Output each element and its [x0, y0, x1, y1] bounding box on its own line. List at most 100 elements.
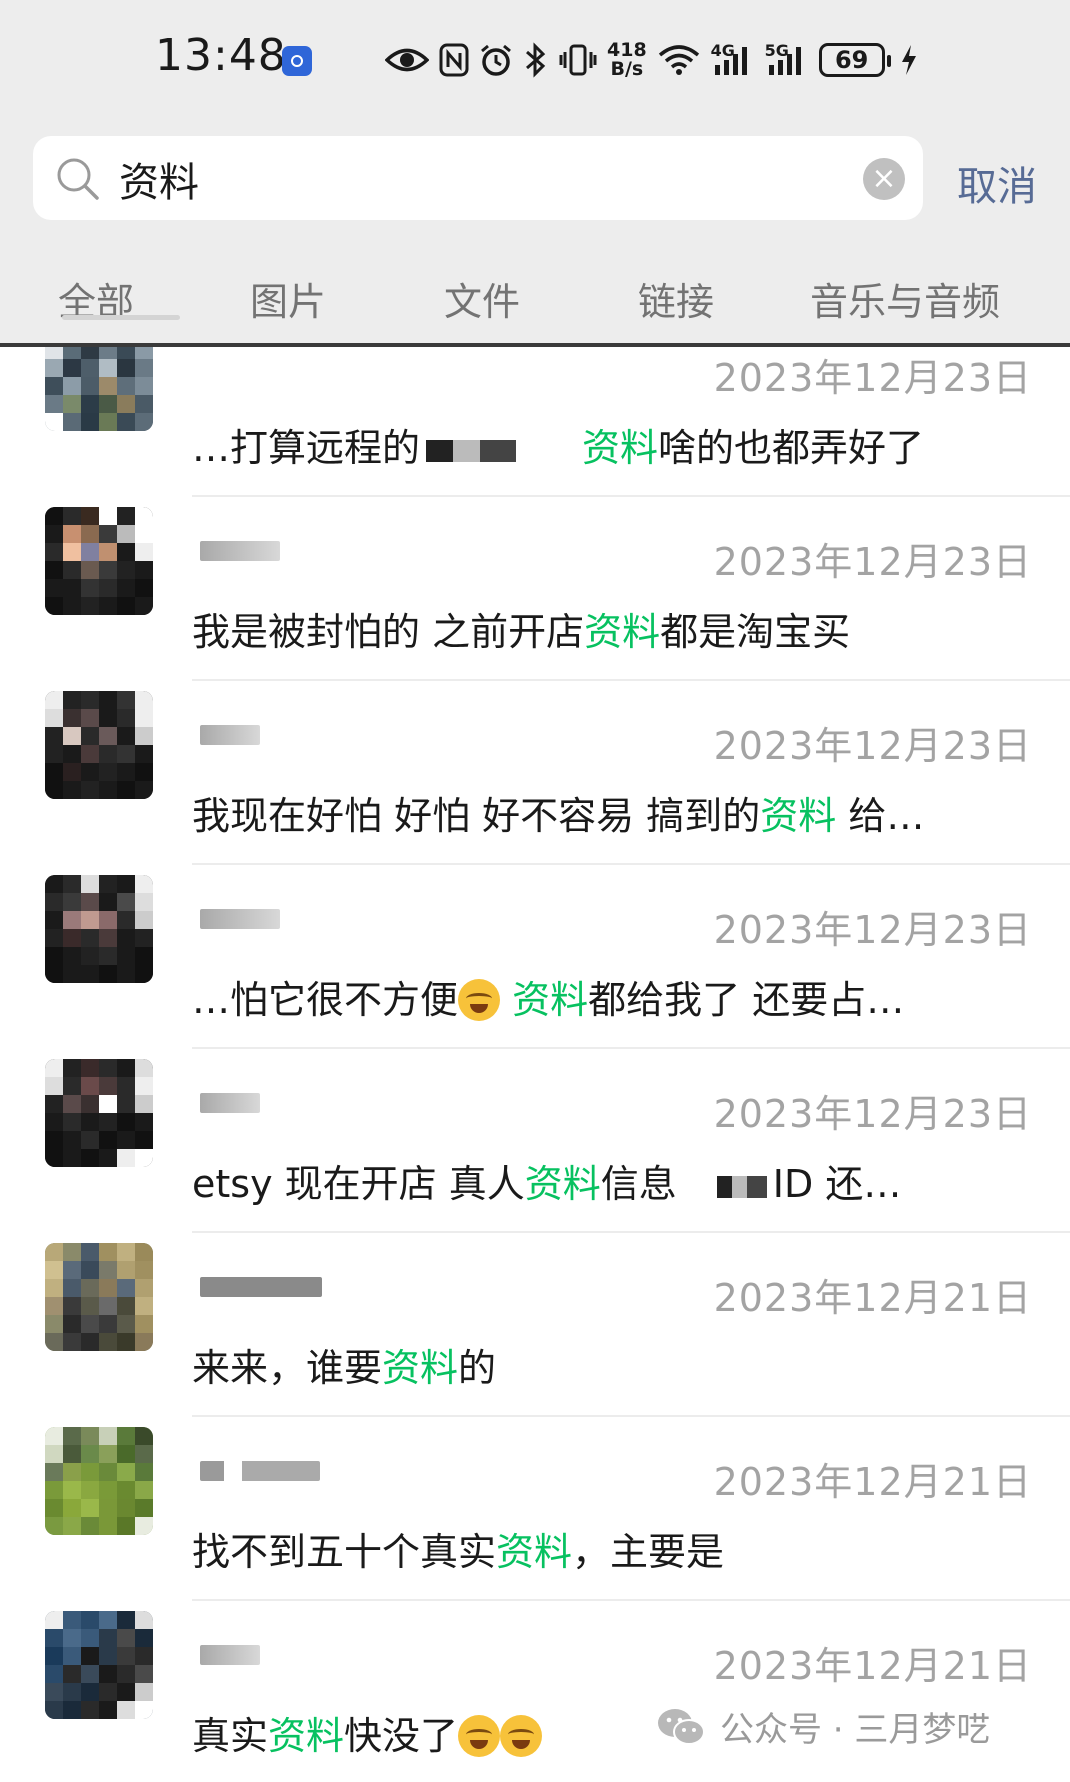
- filter-tabs: 全部 图片 文件 链接 音乐与音频: [0, 245, 1070, 347]
- search-input[interactable]: 资料 ×: [33, 136, 923, 220]
- search-icon: [55, 156, 101, 206]
- message-snippet: 我是被封怕的 之前开店资料都是淘宝买: [192, 601, 850, 656]
- signal-icon: 5G: [764, 41, 809, 77]
- app-notification-icon: [282, 46, 312, 76]
- contact-name-redacted: [200, 1645, 260, 1665]
- search-query[interactable]: 资料: [119, 150, 199, 208]
- message-snippet: 我现在好怕 好怕 好不容易 搞到的资料 给…: [192, 785, 924, 840]
- clear-icon[interactable]: ×: [863, 158, 905, 200]
- snippet-text: …打算远程的: [192, 426, 421, 470]
- snippet-text: ，主要是: [572, 1530, 725, 1574]
- wifi-icon: [657, 43, 701, 77]
- status-time: 13:48: [155, 30, 287, 81]
- charging-icon: [899, 43, 919, 77]
- tab-images[interactable]: 图片: [250, 271, 326, 326]
- avatar: [45, 1611, 153, 1719]
- tab-music-audio[interactable]: 音乐与音频: [810, 271, 1000, 326]
- message-date: 2023年12月21日: [713, 1644, 1032, 1688]
- tab-files[interactable]: 文件: [444, 271, 520, 326]
- active-tab-indicator: [62, 315, 180, 320]
- message-snippet: 真实资料快没了: [192, 1705, 543, 1760]
- message-snippet: …打算远程的 资料啥的也都弄好了: [192, 417, 924, 472]
- nfc-icon: [439, 43, 469, 77]
- message-date: 2023年12月21日: [713, 1460, 1032, 1504]
- search-highlight: 资料: [512, 978, 589, 1022]
- message-date: 2023年12月23日: [713, 724, 1032, 768]
- contact-name-redacted: [200, 541, 280, 561]
- snippet-text: 都给我了 还要占…: [588, 978, 905, 1022]
- avatar: [45, 1059, 153, 1167]
- message-date: 2023年12月21日: [713, 1276, 1032, 1320]
- message-date: 2023年12月23日: [713, 540, 1032, 584]
- snippet-text: 都是淘宝买: [660, 610, 851, 654]
- avatar: [45, 1243, 153, 1351]
- message-date: 2023年12月23日: [713, 1092, 1032, 1136]
- snippet-text: 信息: [600, 1162, 677, 1206]
- alarm-icon: [479, 43, 513, 77]
- net-speed: 418 B/s: [607, 41, 647, 79]
- list-item[interactable]: 2023年12月21日 找不到五十个真实资料，主要是: [0, 1417, 1070, 1601]
- signal-type-4g: 4G: [710, 41, 735, 60]
- laugh-cry-emoji-icon: [500, 1715, 543, 1757]
- contact-name-redacted: [200, 725, 260, 745]
- list-item[interactable]: 2023年12月23日 etsy 现在开店 真人资料信息 ID 还…: [0, 1049, 1070, 1233]
- snippet-text: 来来，谁要: [192, 1346, 383, 1390]
- list-item[interactable]: 2023年12月23日 …打算远程的 资料啥的也都弄好了: [0, 347, 1070, 497]
- snippet-text: ID 还…: [772, 1162, 902, 1206]
- list-item[interactable]: 2023年12月21日 真实资料快没了: [0, 1601, 1070, 1782]
- battery-level: 69: [834, 46, 869, 74]
- snippet-text: 我现在好怕 好怕 好不容易 搞到的: [192, 794, 761, 838]
- contact-name-redacted: [200, 909, 280, 929]
- contact-name-redacted: [200, 1461, 320, 1481]
- net-speed-unit: B/s: [610, 58, 644, 80]
- list-item[interactable]: 2023年12月21日 来来，谁要资料的: [0, 1233, 1070, 1417]
- message-snippet: etsy 现在开店 真人资料信息 ID 还…: [192, 1153, 901, 1208]
- tab-links[interactable]: 链接: [638, 271, 714, 326]
- message-date: 2023年12月23日: [713, 356, 1032, 400]
- signal-type-5g: 5G: [764, 41, 789, 60]
- search-highlight: 资料: [582, 426, 659, 470]
- search-results: 2023年12月23日 …打算远程的 资料啥的也都弄好了 2023年12月23日 …: [0, 347, 1070, 1782]
- battery-icon: 69: [818, 43, 891, 77]
- message-date: 2023年12月23日: [713, 908, 1032, 952]
- snippet-text: 啥的也都弄好了: [658, 426, 925, 470]
- search-highlight: 资料: [524, 1162, 601, 1206]
- avatar: [45, 875, 153, 983]
- message-snippet: …怕它很不方便 资料都给我了 还要占…: [192, 969, 904, 1024]
- status-icons: 418 B/s 4G 5G 69: [385, 30, 919, 90]
- search-highlight: 资料: [584, 610, 661, 654]
- avatar: [45, 347, 153, 431]
- watermark-text: 公众号 · 三月梦呓: [720, 1710, 991, 1750]
- snippet-text: 的: [458, 1346, 497, 1390]
- contact-name-redacted: [200, 1277, 322, 1297]
- snippet-text: 快没了: [344, 1714, 459, 1758]
- laugh-cry-emoji-icon: [458, 979, 501, 1021]
- contact-name-redacted: [200, 1093, 260, 1113]
- redacted-text: [426, 439, 517, 462]
- search-highlight: 资料: [268, 1714, 345, 1758]
- bluetooth-icon: [523, 42, 549, 78]
- list-item[interactable]: 2023年12月23日 我现在好怕 好怕 好不容易 搞到的资料 给…: [0, 681, 1070, 865]
- avatar: [45, 1427, 153, 1535]
- vibrate-icon: [559, 43, 597, 77]
- search-highlight: 资料: [382, 1346, 459, 1390]
- list-item[interactable]: 2023年12月23日 …怕它很不方便 资料都给我了 还要占…: [0, 865, 1070, 1049]
- list-item[interactable]: 2023年12月23日 我是被封怕的 之前开店资料都是淘宝买: [0, 497, 1070, 681]
- cancel-button[interactable]: 取消: [957, 154, 1037, 212]
- snippet-text: etsy 现在开店 真人: [192, 1162, 525, 1206]
- message-snippet: 来来，谁要资料的: [192, 1337, 496, 1392]
- laugh-cry-emoji-icon: [458, 1715, 501, 1757]
- search-highlight: 资料: [496, 1530, 573, 1574]
- search-bar: 资料 × 取消: [0, 120, 1070, 245]
- redacted-text: [716, 1175, 767, 1198]
- search-highlight: 资料: [760, 794, 837, 838]
- wechat-icon: [656, 1706, 706, 1748]
- watermark: 公众号 · 三月梦呓: [656, 1702, 990, 1751]
- snippet-text: …怕它很不方便: [192, 978, 459, 1022]
- eye-icon: [385, 45, 429, 75]
- signal-icon: 4G: [710, 41, 755, 77]
- avatar: [45, 691, 153, 799]
- message-snippet: 找不到五十个真实资料，主要是: [192, 1521, 724, 1576]
- snippet-text: 给…: [836, 794, 925, 838]
- snippet-text: 找不到五十个真实: [192, 1530, 497, 1574]
